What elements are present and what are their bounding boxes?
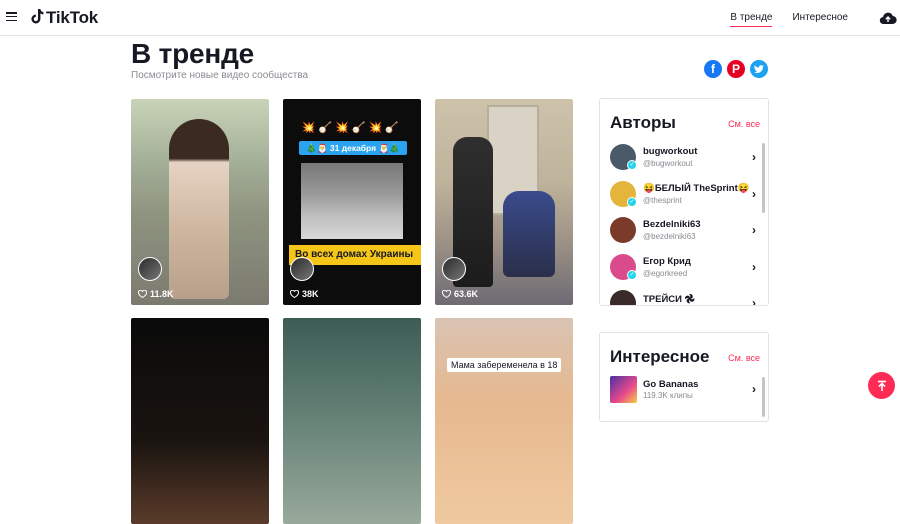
avatar [610,217,636,243]
video-thumbnail [283,318,421,524]
heart-icon [442,290,451,298]
video-card[interactable]: 11.8K [131,99,269,305]
author-name: bugworkout [643,146,698,157]
authors-panel: Авторы См. все ✓ bugworkout @bugworkout … [599,98,769,306]
author-name: 😝БЕЛЫЙ TheSprint😝 [643,183,750,194]
author-item[interactable]: ✓ Егор Крид @egorkreed › [610,254,760,282]
tiktok-note-icon [30,8,44,29]
author-handle: @thesprint [643,196,682,205]
video-card[interactable]: Мама забеременела в 18 [435,318,573,524]
arrow-up-icon [877,380,886,391]
video-card[interactable] [131,318,269,524]
author-name: Bezdelniki63 [643,219,701,230]
verified-icon: ✓ [627,270,637,280]
heart-icon [138,290,147,298]
like-count-text: 63.6K [454,289,479,299]
verified-icon: ✓ [627,197,637,207]
interesting-scrollbar[interactable] [762,377,765,417]
chevron-right-icon: › [752,187,756,201]
hashtag-name: Go Bananas [643,379,699,390]
like-count-text: 38K [302,289,319,299]
author-name: ТРЕЙСИ 𖣘 [643,294,695,305]
hashtag-count: 119.3K клипы [643,391,693,400]
author-name: Егор Крид [643,256,691,267]
chevron-right-icon: › [752,260,756,274]
avatar [610,290,636,305]
twitter-icon[interactable] [750,60,768,78]
thumbnail-figure [503,191,555,277]
chevron-right-icon: › [752,382,756,396]
video-thumbnail [435,318,573,524]
avatar[interactable] [290,257,314,281]
authors-see-all-link[interactable]: См. все [728,119,760,129]
like-count: 63.6K [442,289,478,299]
pinterest-icon[interactable]: P [727,60,745,78]
interesting-panel: Интересное См. все Go Bananas 119.3K кли… [599,332,769,422]
author-item[interactable]: ✓ bugworkout @bugworkout › [610,144,760,172]
video-card[interactable]: 63.6K [435,99,573,305]
page-subtitle: Посмотрите новые видео сообщества [131,70,309,81]
like-count-text: 11.8K [150,289,174,299]
logo-text: TikTok [46,8,99,27]
video-thumbnail [131,318,269,524]
authors-title: Авторы [610,113,676,132]
interesting-see-all-link[interactable]: См. все [728,353,760,363]
top-bar: TikTok В тренде Интересное [0,0,900,36]
author-item[interactable]: Bezdelniki63 @bezdelniki63 › [610,217,760,245]
chevron-right-icon: › [752,296,756,306]
upload-cloud-icon[interactable] [879,11,897,30]
heart-icon [290,290,299,298]
menu-icon[interactable] [6,12,17,22]
avatar[interactable] [442,257,466,281]
chevron-right-icon: › [752,223,756,237]
video-caption: Мама забеременела в 18 [447,358,562,372]
top-nav: В тренде Интересное [730,12,868,27]
back-to-top-button[interactable] [868,372,895,399]
author-handle: @bezdelniki63 [643,232,696,241]
like-count: 38K [290,289,319,299]
author-handle: @bugworkout [643,159,693,168]
page-title: В тренде [131,38,255,69]
inner-clip [301,163,403,239]
avatar[interactable] [138,257,162,281]
authors-scrollbar[interactable] [762,143,765,213]
share-bar: f P [704,60,773,78]
interesting-title: Интересное [610,347,710,366]
thumbnail-figure [169,119,229,299]
video-card[interactable] [283,318,421,524]
nav-trending[interactable]: В тренде [730,12,773,27]
facebook-icon[interactable]: f [704,60,722,78]
nav-discover[interactable]: Интересное [792,12,848,27]
date-banner: 🎄🎅 31 декабря 🎅🎄 [299,141,407,155]
video-card[interactable]: 💥🪕💥🪕💥🪕 🎄🎅 31 декабря 🎅🎄 Во всех домах Ук… [283,99,421,305]
author-handle: @egorkreed [643,269,688,278]
author-item[interactable]: ✓ 😝БЕЛЫЙ TheSprint😝 @thesprint › [610,181,760,209]
like-count: 11.8K [138,289,174,299]
emoji-row: 💥🪕💥🪕💥🪕 [301,122,403,134]
chevron-right-icon: › [752,150,756,164]
hashtag-thumbnail [610,376,637,403]
author-item[interactable]: ТРЕЙСИ 𖣘 › [610,290,760,306]
tiktok-logo[interactable]: TikTok [30,8,98,28]
hashtag-item[interactable]: Go Bananas 119.3K клипы › [610,376,760,404]
verified-icon: ✓ [627,160,637,170]
